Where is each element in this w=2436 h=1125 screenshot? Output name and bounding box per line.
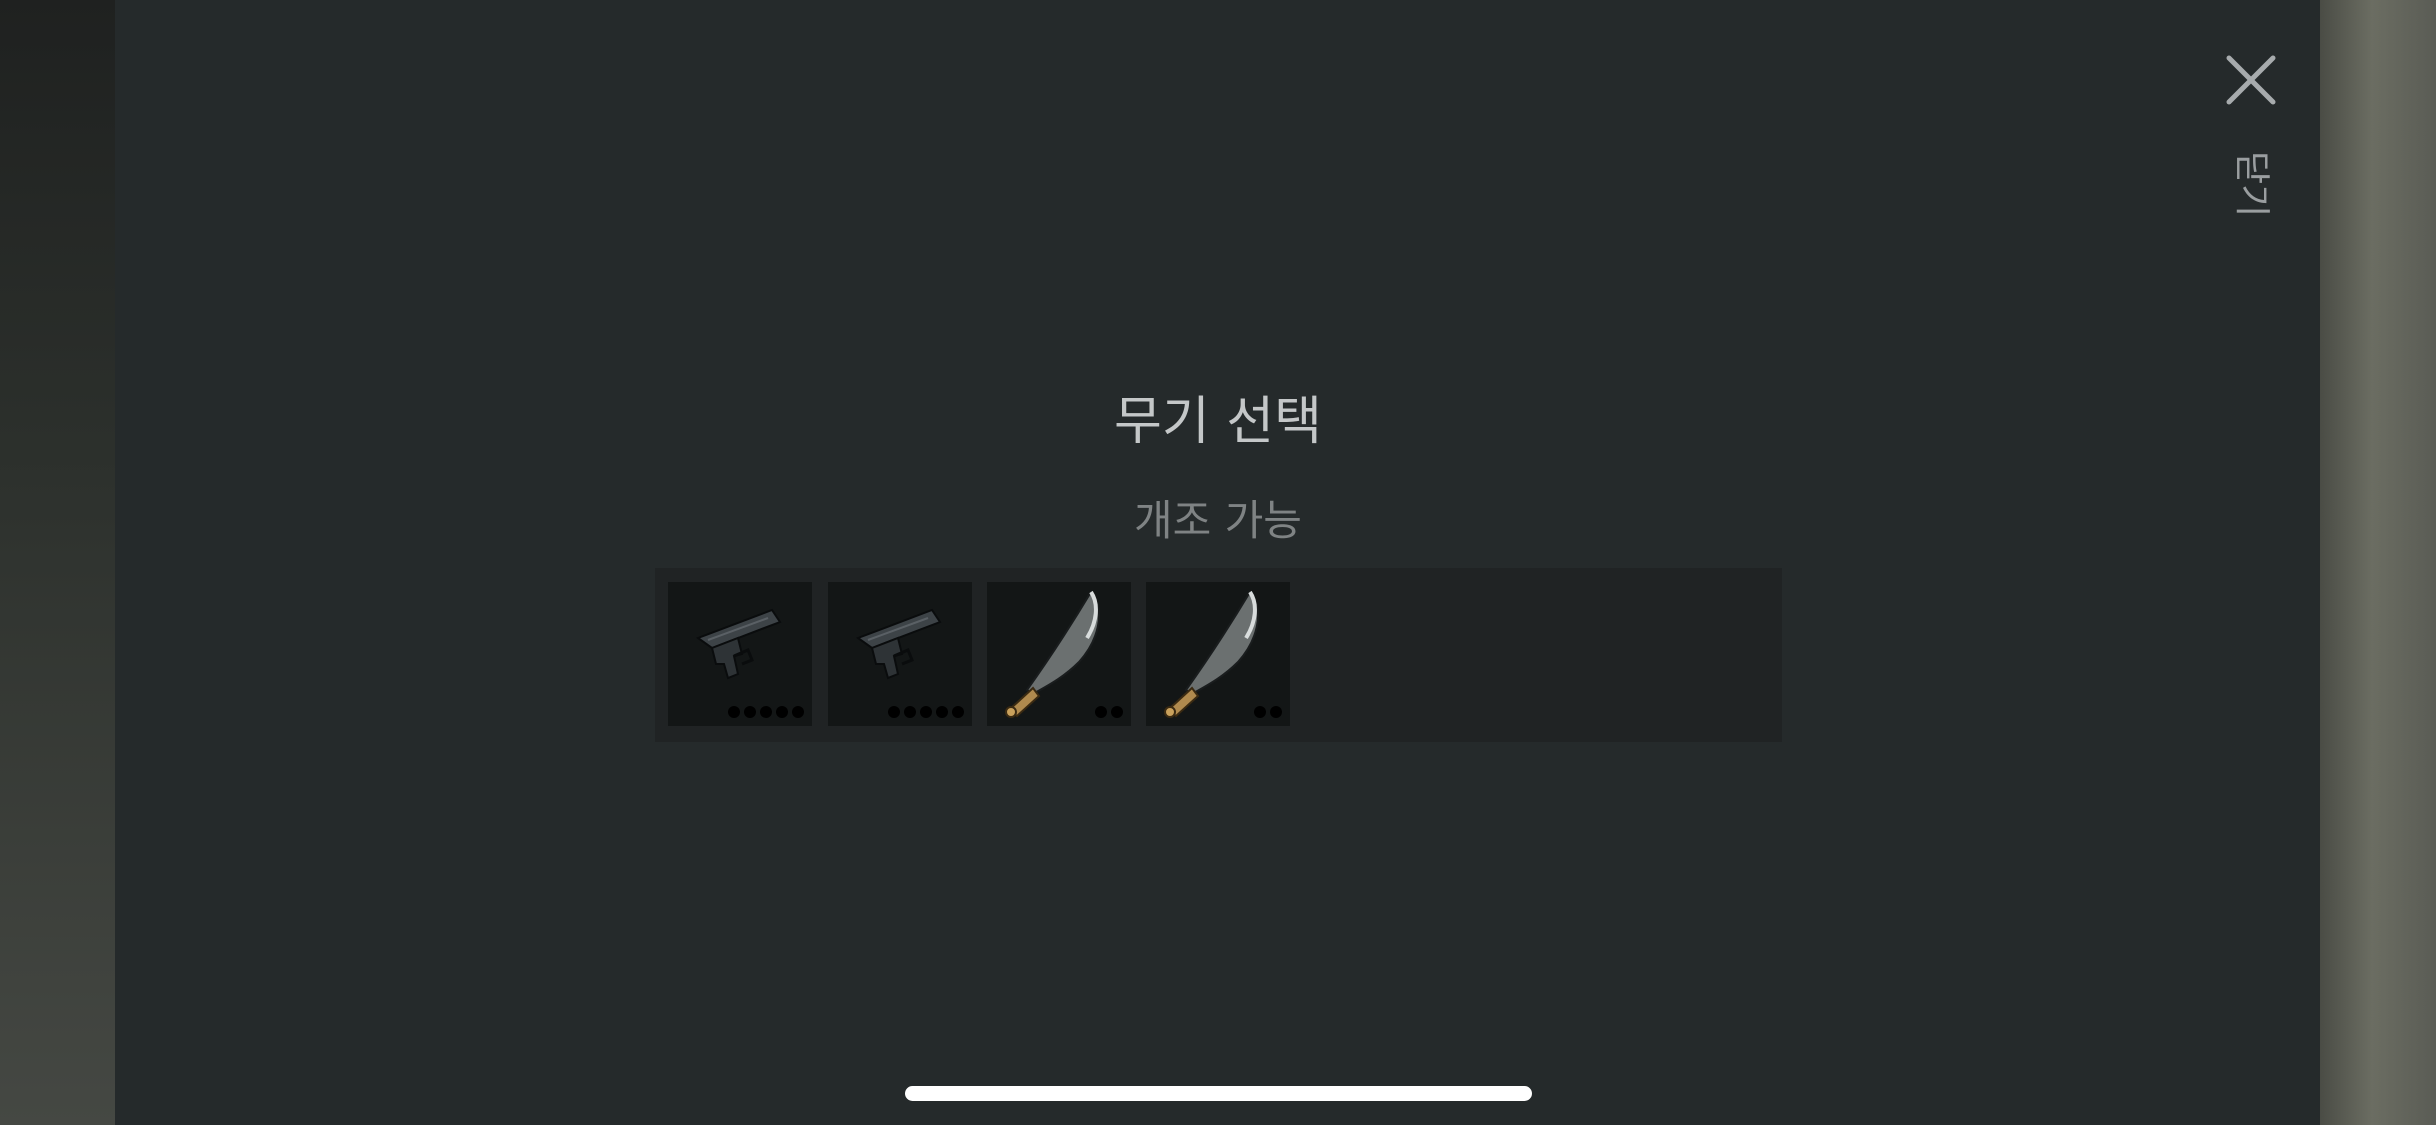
- pistol-icon: [855, 608, 942, 680]
- pistol-icon: [695, 608, 782, 680]
- close-icon[interactable]: [2225, 54, 2277, 106]
- weapon-select-panel: [115, 0, 2320, 1125]
- close-button[interactable]: 닫기: [2216, 44, 2286, 224]
- section-subtitle: 개조 가능: [1134, 496, 1302, 545]
- machete-icon: [1005, 590, 1100, 718]
- upgrade-level-dots: [888, 706, 964, 718]
- upgrade-level-dots: [728, 706, 804, 718]
- weapon-slot-2[interactable]: [828, 582, 972, 726]
- close-label: 닫기: [2231, 150, 2272, 218]
- background-left: [0, 0, 115, 1125]
- weapon-slot-1[interactable]: [668, 582, 812, 726]
- weapon-slot-3[interactable]: [987, 582, 1131, 726]
- background-right: [2320, 0, 2436, 1125]
- weapon-slot-4[interactable]: [1146, 582, 1290, 726]
- weapon-tray: [655, 568, 1782, 742]
- page-title: 무기 선택: [1114, 392, 1322, 452]
- home-indicator[interactable]: [905, 1086, 1532, 1101]
- upgrade-level-dots: [1254, 706, 1282, 718]
- upgrade-level-dots: [1095, 706, 1123, 718]
- machete-icon: [1164, 590, 1259, 718]
